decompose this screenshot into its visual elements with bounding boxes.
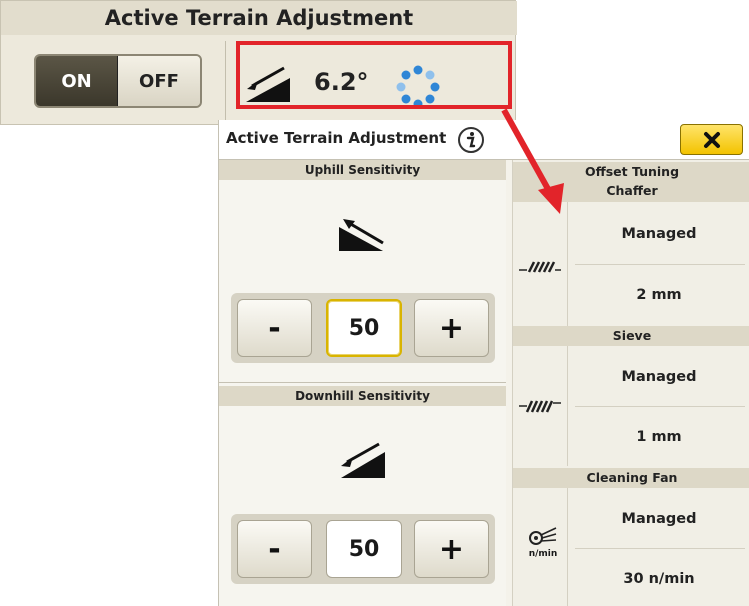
uphill-stepper: - 50 + [231, 293, 495, 363]
downhill-increment-button[interactable]: + [414, 520, 489, 578]
widget-title: Active Terrain Adjustment [1, 1, 517, 35]
sieve-mode[interactable]: Managed [567, 348, 749, 406]
uphill-sensitivity-header: Uphill Sensitivity [219, 160, 506, 180]
terrain-adjustment-panel: Active Terrain Adjustment Uphill Sensiti… [218, 120, 749, 606]
uphill-increment-button[interactable]: + [414, 299, 489, 357]
divider [575, 406, 745, 407]
divider [225, 41, 226, 121]
divider [219, 382, 506, 383]
info-icon[interactable] [457, 126, 485, 154]
close-button[interactable] [680, 124, 743, 155]
divider [575, 264, 745, 265]
fan-icon-unit: n/min [528, 549, 558, 559]
downhill-slope-icon [341, 442, 385, 478]
downhill-sensitivity-header: Downhill Sensitivity [219, 386, 506, 406]
panel-title: Active Terrain Adjustment [226, 129, 447, 147]
sensitivity-column: Uphill Sensitivity - 50 + Downhill Sensi… [219, 160, 506, 606]
chaffer-value[interactable]: 2 mm [567, 266, 749, 324]
fan-icon [529, 527, 557, 545]
sieve-header: Sieve [513, 326, 749, 346]
offset-tuning-label: Offset Tuning [584, 164, 680, 179]
cleaning-fan-mode[interactable]: Managed [567, 490, 749, 548]
sieve-icon [519, 400, 561, 413]
chaffer-header: Chaffer [606, 183, 658, 198]
chaffer-mode[interactable]: Managed [567, 205, 749, 263]
cleaning-fan-value[interactable]: 30 n/min [567, 550, 749, 606]
sieve-value[interactable]: 1 mm [567, 408, 749, 466]
highlight-box [236, 41, 512, 109]
panel-header: Active Terrain Adjustment [219, 120, 749, 160]
cleaning-fan-icon: n/min [523, 526, 563, 559]
cleaning-fan-header: Cleaning Fan [513, 468, 749, 488]
uphill-slope-icon [339, 219, 384, 251]
divider [575, 548, 745, 549]
uphill-decrement-button[interactable]: - [237, 299, 312, 357]
chaffer-icon [519, 261, 561, 273]
downhill-decrement-button[interactable]: - [237, 520, 312, 578]
offset-tuning-header: Offset Tuning Chaffer [513, 162, 749, 202]
offset-tuning-column: Offset Tuning Chaffer Managed 2 mm Sieve [512, 160, 749, 606]
downhill-value-field[interactable]: 50 [326, 520, 402, 578]
uphill-value-field[interactable]: 50 [326, 299, 402, 357]
on-off-toggle[interactable]: ON OFF [34, 54, 202, 108]
toggle-on-button[interactable]: ON [36, 56, 118, 106]
downhill-stepper: - 50 + [231, 514, 495, 584]
close-icon [703, 131, 720, 148]
toggle-off-button[interactable]: OFF [118, 56, 200, 106]
